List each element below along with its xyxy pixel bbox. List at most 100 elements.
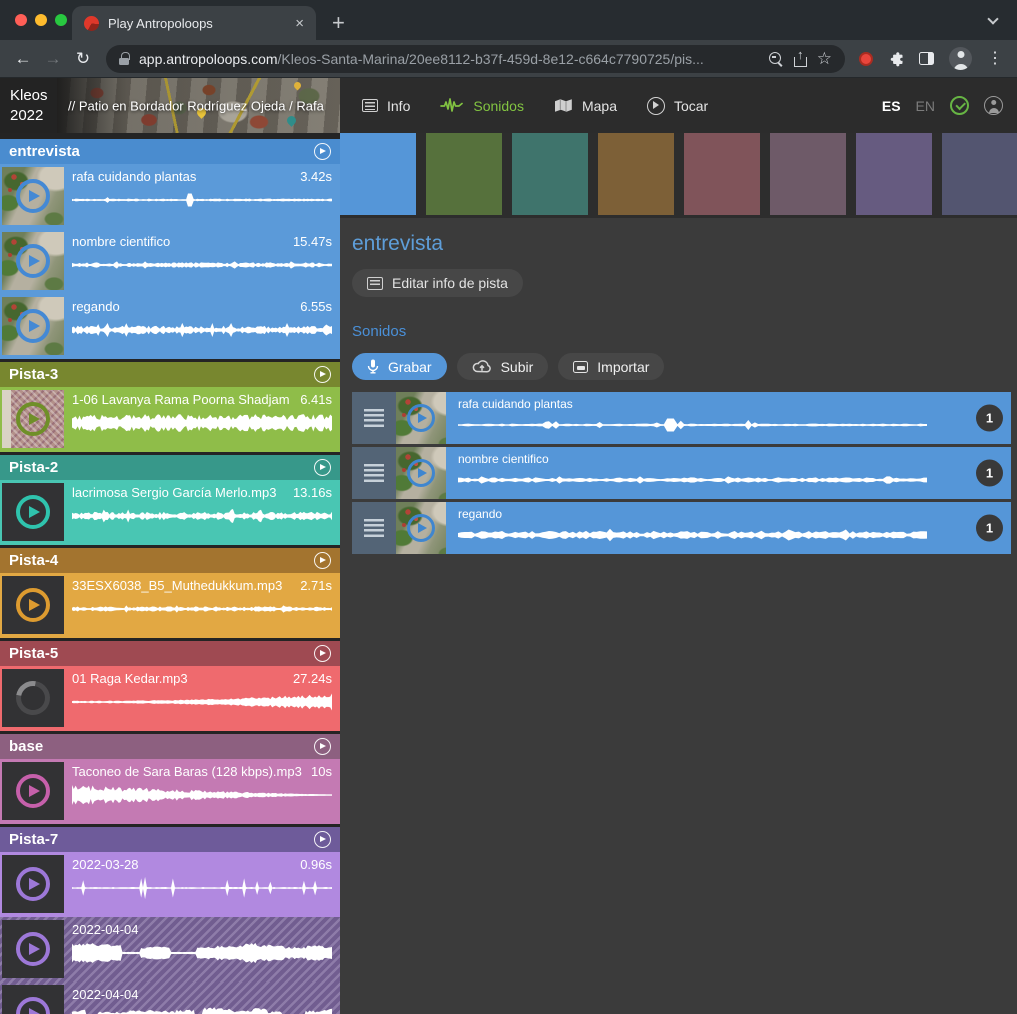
drag-handle-icon [364,464,384,482]
track-play-icon[interactable] [314,831,331,848]
sound-meta: Taconeo de Sara Baras (128 kbps).mp3 10s [64,762,340,824]
drag-handle[interactable] [352,447,396,499]
track-play-icon[interactable] [314,645,331,662]
track-color-square[interactable] [512,133,588,215]
sound-item[interactable]: rafa cuidando plantas 3.42s [0,164,340,229]
nav-sonidos[interactable]: Sonidos [440,98,524,114]
sound-thumbnail[interactable] [396,447,446,499]
map-pin-small-icon [293,81,303,91]
sound-thumbnail[interactable] [396,392,446,444]
sound-thumbnail[interactable] [396,502,446,554]
lock-icon[interactable] [119,52,129,65]
track-header[interactable]: Pista-2 [0,455,340,480]
app-logo[interactable]: Kleos 2022 [0,78,57,133]
zoom-icon[interactable] [768,51,784,67]
sound-thumbnail[interactable] [2,855,64,913]
sound-waveform [72,503,332,529]
track-color-square[interactable] [856,133,932,215]
sound-duration: 13.16s [293,485,332,500]
sound-thumbnail[interactable] [2,669,64,727]
bookmark-star-icon[interactable]: ☆ [817,50,832,67]
track-header[interactable]: entrevista [0,139,340,164]
track-color-square[interactable] [942,133,1017,215]
sound-row-body[interactable]: rafa cuidando plantas 1 [446,392,1011,444]
sound-thumbnail[interactable] [2,390,64,448]
track-color-square[interactable] [684,133,760,215]
upload-button[interactable]: Subir [457,353,549,380]
sound-item[interactable]: 2022-03-28 0.96s [0,852,340,917]
sound-thumbnail[interactable] [2,762,64,820]
fullscreen-window-button[interactable] [55,14,67,26]
side-panel-icon[interactable] [919,52,934,65]
track-header[interactable]: Pista-5 [0,641,340,666]
profile-avatar[interactable] [949,47,972,70]
lang-en-button[interactable]: EN [916,98,935,114]
sound-thumbnail[interactable] [2,576,64,634]
sound-name: 2022-04-04 [72,922,139,937]
extensions-puzzle-icon[interactable] [888,51,904,67]
track-play-icon[interactable] [314,143,331,160]
close-window-button[interactable] [15,14,27,26]
nav-mapa[interactable]: Mapa [554,98,617,114]
sound-thumbnail[interactable] [2,920,64,978]
track-play-icon[interactable] [314,552,331,569]
track-color-square[interactable] [340,133,416,215]
share-icon[interactable] [794,51,807,67]
edit-track-label: Editar info de pista [392,275,508,291]
import-button[interactable]: Importar [558,353,664,380]
sound-duration: 2.71s [300,578,332,593]
browser-menu-icon[interactable]: ⋮ [987,51,1003,67]
sound-thumbnail[interactable] [2,232,64,290]
track-color-square[interactable] [598,133,674,215]
nav-tocar[interactable]: Tocar [647,97,708,115]
record-button[interactable]: Grabar [352,353,447,380]
sound-meta: rafa cuidando plantas 3.42s [64,167,340,229]
sound-item[interactable]: 33ESX6038_B5_Muthedukkum.mp3 2.71s [0,573,340,638]
track-header[interactable]: Pista-4 [0,548,340,573]
browser-tab[interactable]: Play Antropoloops × [72,6,316,40]
track-color-square[interactable] [770,133,846,215]
sync-check-icon[interactable] [950,96,969,115]
sound-item[interactable]: Taconeo de Sara Baras (128 kbps).mp3 10s [0,759,340,824]
sound-thumbnail[interactable] [2,167,64,225]
tab-search-chevron-icon[interactable] [987,13,998,24]
sound-waveform [458,467,927,493]
track-header[interactable]: base [0,734,340,759]
record-extension-icon[interactable] [859,52,873,66]
drag-handle[interactable] [352,392,396,444]
sound-item[interactable]: nombre cientifico 15.47s [0,229,340,294]
nav-info[interactable]: Info [362,98,410,114]
forward-button[interactable]: → [38,49,68,69]
minimize-window-button[interactable] [35,14,47,26]
track-play-icon[interactable] [314,459,331,476]
track-header[interactable]: Pista-7 [0,827,340,852]
sound-item[interactable]: 01 Raga Kedar.mp3 27.24s [0,666,340,731]
drag-handle[interactable] [352,502,396,554]
address-bar[interactable]: app.antropoloops.com/Kleos-Santa-Marina/… [106,45,845,73]
sound-item[interactable]: lacrimosa Sergio García Merlo.mp3 13.16s [0,480,340,545]
track-color-square[interactable] [426,133,502,215]
sound-item[interactable]: 1-06 Lavanya Rama Poorna Shadjam Rupak..… [0,387,340,452]
back-button[interactable]: ← [8,49,38,69]
sound-thumbnail[interactable] [2,483,64,541]
sound-item[interactable]: regando 6.55s [0,294,340,359]
play-icon [16,774,50,808]
edit-track-button[interactable]: Editar info de pista [352,269,523,297]
sound-row-body[interactable]: nombre cientifico 1 [446,447,1011,499]
sound-thumbnail[interactable] [2,985,64,1014]
sound-thumbnail[interactable] [2,297,64,355]
track-play-icon[interactable] [314,738,331,755]
sound-item[interactable]: 2022-04-04 [0,917,340,982]
sound-meta: 01 Raga Kedar.mp3 27.24s [64,669,340,731]
reload-button[interactable]: ↻ [68,49,98,69]
sound-row-body[interactable]: regando 1 [446,502,1011,554]
url-text: app.antropoloops.com/Kleos-Santa-Marina/… [139,51,758,67]
new-tab-button[interactable]: + [332,12,345,34]
lang-es-button[interactable]: ES [882,98,901,114]
close-tab-icon[interactable]: × [295,16,304,31]
account-icon[interactable] [984,96,1003,115]
sound-item[interactable]: 2022-04-04 [0,982,340,1014]
sound-name: nombre cientifico [72,234,170,249]
track-header[interactable]: Pista-3 [0,362,340,387]
track-play-icon[interactable] [314,366,331,383]
